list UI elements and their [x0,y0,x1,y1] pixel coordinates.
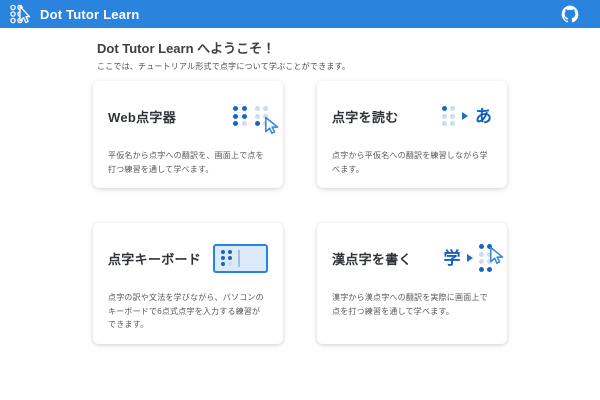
braille-cell [221,250,232,266]
app-header: Dot Tutor Learn [0,0,600,28]
arrow-right-icon [462,112,468,120]
card-web-braille-typer[interactable]: Web点字器 平仮名から点字への翻訳を、画面上で点を打つ練習を通して学べます。 [93,81,283,188]
braille-typing-with-cursor-icon [233,106,268,126]
app-title: Dot Tutor Learn [40,7,140,22]
card-description: 漢字から漢点字への翻訳を実際に画面上で点を打つ練習を通して学べます。 [332,291,492,318]
card-description: 平仮名から点字への翻訳を、画面上で点を打つ練習を通して学べます。 [108,149,268,176]
card-read-braille[interactable]: 点字を読む あ 点字から平仮名への翻訳を練習しながら学べます。 [317,81,507,188]
welcome-section: Dot Tutor Learn へようこそ！ ここでは、チュートリアル形式で点字… [93,38,507,72]
github-link[interactable] [560,4,580,24]
card-description: 点字の訳や文法を学びながら、パソコンのキーボードで6点式点字を入力する練習ができ… [108,291,268,332]
page-subtitle: ここでは、チュートリアル形式で点字について学ぶことができます。 [97,61,507,72]
braille-cell [233,106,247,126]
card-title: 点字キーボード [108,249,201,268]
tutorial-card-grid: Web点字器 平仮名から点字への翻訳を、画面上で点を打つ練習を通して学べます。 [93,81,507,344]
braille-cell [442,106,456,126]
dot-tutor-learn-page: Dot Tutor Learn Dot Tutor Learn へようこそ！ こ… [0,0,600,400]
kanji-char: 学 [444,250,461,267]
card-write-kantenji[interactable]: 漢点字を書く 学 漢字から漢点字への翻訳を実際に画面上で点を打つ練習を通して学べ… [317,223,507,344]
text-input-box-icon [213,244,268,273]
card-title: 漢点字を書く [332,249,412,268]
kanji-to-kantenji-cursor-icon: 学 [444,244,493,272]
card-title: Web点字器 [108,107,176,126]
hiragana-char: あ [475,108,492,125]
arrow-right-icon [467,254,473,262]
braille-input-box-icon [213,244,268,273]
github-icon [560,4,580,24]
card-braille-keyboard[interactable]: 点字キーボード 点字の訳や文法を学びながら、パソコンのキーボードで6点式点字を入… [93,223,283,344]
mouse-cursor-icon [485,245,505,265]
page-title: Dot Tutor Learn へようこそ！ [97,38,507,57]
mouse-cursor-icon [260,115,280,135]
card-title: 点字を読む [332,107,399,126]
text-caret-icon [238,250,240,267]
braille-to-hiragana-icon: あ [442,106,493,126]
card-description: 点字から平仮名への翻訳を練習しながら学べます。 [332,149,492,176]
app-logo-braille-cursor-icon [8,3,30,25]
